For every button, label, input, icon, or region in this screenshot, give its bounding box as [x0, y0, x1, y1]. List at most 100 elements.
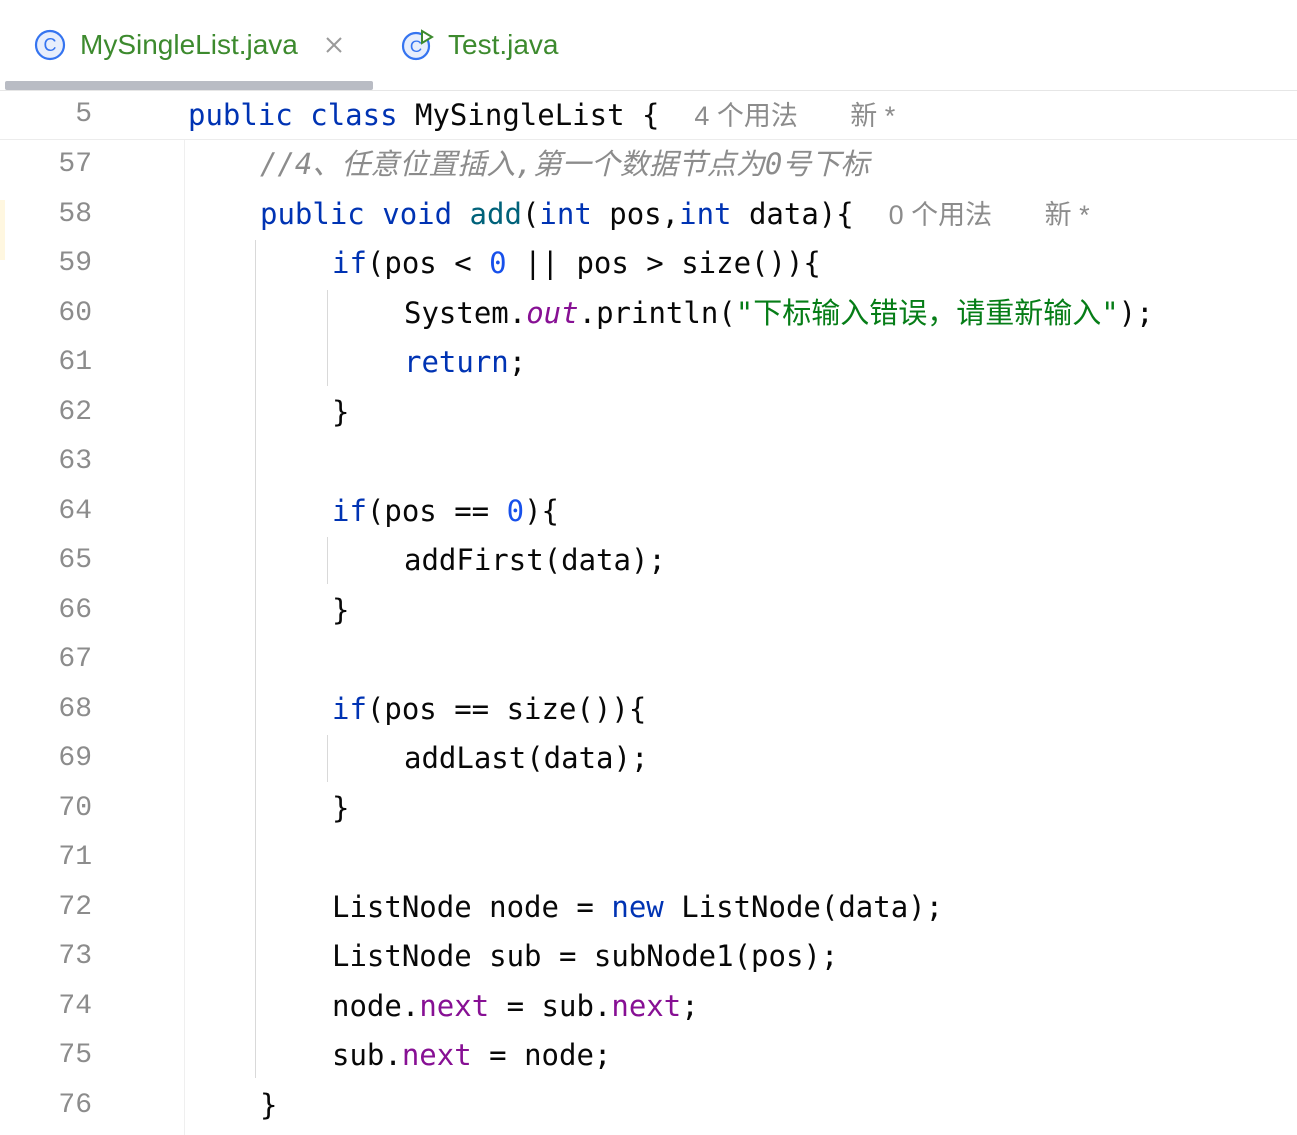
- sticky-code: public class MySingleList { 4 个用法 新 *: [188, 91, 895, 140]
- code-line: 64 if(pos == 0){: [0, 487, 1297, 536]
- code-token: (pos ==: [366, 493, 507, 528]
- code-text: addLast(data);: [404, 734, 648, 783]
- tab-test[interactable]: C Test.java: [400, 22, 559, 68]
- code-line: 65 addFirst(data);: [0, 536, 1297, 585]
- method-name: add: [469, 196, 522, 231]
- code-line: 74 node.next = sub.next;: [0, 982, 1297, 1031]
- code-line: 76 }: [0, 1081, 1297, 1130]
- line-number: 65: [58, 545, 92, 576]
- code-token: pos,: [591, 196, 680, 231]
- code-text: }: [332, 784, 349, 833]
- code-text: addFirst(data);: [404, 536, 666, 585]
- code-token: = sub.: [489, 988, 612, 1023]
- close-icon[interactable]: [324, 35, 344, 55]
- author-hint[interactable]: 新 *: [1045, 200, 1090, 230]
- field-ref: next: [611, 988, 682, 1023]
- tab-label: Test.java: [448, 29, 559, 60]
- code-text: }: [332, 586, 349, 635]
- keyword: class: [310, 98, 398, 132]
- code-token: ListNode node =: [332, 889, 612, 924]
- code-line: 66 }: [0, 586, 1297, 635]
- code-text: if(pos < 0 || pos > size()){: [332, 239, 821, 288]
- code-text: ListNode node = new ListNode(data);: [332, 883, 943, 932]
- code-text: System.out.println("下标输入错误，请重新输入");: [404, 289, 1154, 338]
- number-literal: 0: [489, 246, 507, 280]
- line-number: 69: [58, 743, 92, 774]
- line-number: 66: [58, 594, 92, 626]
- author-hint[interactable]: 新 *: [850, 101, 895, 131]
- code-token: sub.: [332, 1038, 402, 1072]
- code-token: addLast(data);: [404, 741, 649, 775]
- keyword: public: [260, 196, 365, 231]
- editor-tab-bar: C MySingleList.java C Test.java: [0, 0, 1297, 91]
- usages-hint[interactable]: 4 个用法: [694, 101, 798, 131]
- line-number: 76: [58, 1089, 92, 1121]
- keyword: int: [539, 196, 592, 231]
- code-token: ListNode(data);: [663, 889, 944, 924]
- code-token: (: [521, 196, 540, 231]
- field-ref: next: [419, 988, 490, 1023]
- keyword: if: [332, 691, 367, 726]
- tab-label: MySingleList.java: [80, 29, 298, 60]
- line-number: 63: [58, 446, 92, 477]
- code-text: //4、任意位置插入,第一个数据节点为0号下标: [260, 140, 869, 189]
- code-token: }: [260, 1087, 278, 1122]
- code-token: }: [332, 592, 350, 627]
- code-text: sub.next = node;: [332, 1031, 611, 1080]
- code-line: 72 ListNode node = new ListNode(data);: [0, 883, 1297, 932]
- code-line: 58 public void add(int pos,int data){ 0 …: [0, 190, 1297, 239]
- code-token: System.: [404, 295, 527, 330]
- code-text: }: [332, 388, 349, 437]
- code-token: );: [1118, 295, 1154, 330]
- code-text: }: [260, 1081, 277, 1130]
- keyword: void: [382, 196, 453, 231]
- code-text: ListNode sub = subNode1(pos);: [332, 932, 838, 981]
- code-line: 67: [0, 635, 1297, 684]
- code-token: node.: [332, 988, 420, 1023]
- code-line: 73 ListNode sub = subNode1(pos);: [0, 932, 1297, 981]
- active-tab-indicator: [5, 81, 373, 90]
- keyword: public: [188, 98, 293, 132]
- line-number: 72: [58, 891, 92, 923]
- comment: //4、任意位置插入,第一个数据节点为0号下标: [260, 147, 870, 181]
- line-number: 57: [58, 149, 92, 180]
- string-literal: "下标输入错误，请重新输入": [735, 295, 1119, 330]
- code-line: 69 addLast(data);: [0, 734, 1297, 783]
- keyword: new: [611, 889, 664, 924]
- line-number: 60: [58, 297, 92, 329]
- code-token: }: [332, 394, 350, 429]
- code-line: 60 System.out.println("下标输入错误，请重新输入");: [0, 289, 1297, 338]
- code-line: 70 }: [0, 784, 1297, 833]
- usages-hint[interactable]: 0 个用法: [889, 200, 993, 230]
- line-number: 67: [58, 644, 92, 675]
- code-token: }: [332, 790, 350, 825]
- brace: {: [624, 98, 660, 132]
- line-number: 64: [58, 495, 92, 527]
- code-line: 71: [0, 833, 1297, 882]
- code-token: ){: [524, 493, 559, 528]
- code-token: = node;: [471, 1038, 612, 1072]
- keyword: int: [679, 196, 732, 231]
- field-ref: next: [401, 1038, 472, 1072]
- code-text: return;: [404, 338, 526, 387]
- line-number: 74: [58, 990, 92, 1022]
- code-line: 62 }: [0, 388, 1297, 437]
- code-line: 61 return;: [0, 338, 1297, 387]
- line-number: 58: [58, 198, 92, 230]
- code-token: .println(: [578, 295, 736, 330]
- keyword: if: [332, 493, 367, 528]
- code-line: 68 if(pos == size()){: [0, 685, 1297, 734]
- class-name: MySingleList: [415, 98, 625, 132]
- code-line: 63: [0, 437, 1297, 486]
- line-number: 75: [58, 1040, 92, 1071]
- code-line: 75 sub.next = node;: [0, 1031, 1297, 1080]
- sticky-scope-header[interactable]: 5 public class MySingleList { 4 个用法 新 *: [0, 91, 1297, 140]
- code-token: addFirst(data);: [404, 543, 666, 577]
- code-text: if(pos == size()){: [332, 685, 646, 734]
- code-line: 59 if(pos < 0 || pos > size()){: [0, 239, 1297, 288]
- line-number: 5: [75, 99, 92, 130]
- code-line: 57 //4、任意位置插入,第一个数据节点为0号下标: [0, 140, 1297, 189]
- code-text: node.next = sub.next;: [332, 982, 699, 1031]
- code-token: (pos <: [366, 246, 490, 280]
- tab-mysinglelist[interactable]: C MySingleList.java: [34, 22, 344, 68]
